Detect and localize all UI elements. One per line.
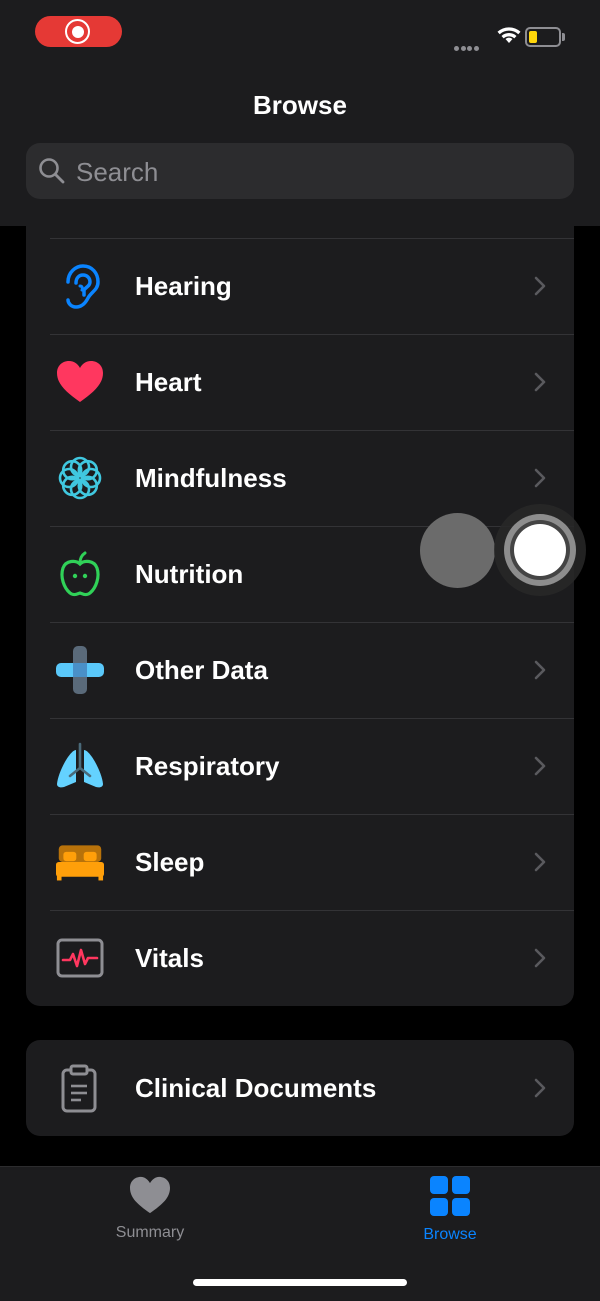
grid-icon bbox=[430, 1176, 470, 1216]
tab-summary-label: Summary bbox=[115, 1224, 185, 1241]
category-label: Sleep bbox=[135, 847, 205, 877]
tab-browse-label: Browse bbox=[423, 1226, 477, 1243]
clipboard-icon bbox=[61, 1064, 97, 1113]
record-dot-icon bbox=[72, 26, 84, 38]
clinical-documents-label: Clinical Documents bbox=[135, 1073, 377, 1103]
chevron-right-icon bbox=[534, 1078, 546, 1098]
category-row-other-data[interactable]: Other Data bbox=[26, 622, 574, 718]
clinical-documents-row[interactable]: Clinical Documents bbox=[26, 1040, 574, 1136]
category-label: Heart bbox=[135, 367, 202, 397]
category-label: Mindfulness bbox=[135, 463, 287, 493]
wifi-icon bbox=[497, 27, 521, 43]
category-row-vitals[interactable]: Vitals bbox=[26, 910, 574, 1006]
category-row-sleep[interactable]: Sleep bbox=[26, 814, 574, 910]
search-input[interactable] bbox=[74, 143, 558, 201]
page-title: Browse bbox=[253, 90, 347, 120]
heart-icon bbox=[130, 1176, 170, 1214]
ear-icon bbox=[66, 264, 100, 309]
categories-list: Hearing Heart Mindfulness Nutrition Othe… bbox=[26, 190, 574, 1006]
navigation-header: Browse bbox=[0, 0, 600, 226]
assistive-touch-button[interactable] bbox=[494, 504, 586, 596]
category-row-respiratory[interactable]: Respiratory bbox=[26, 718, 574, 814]
chevron-right-icon bbox=[534, 276, 546, 296]
chevron-right-icon bbox=[534, 852, 546, 872]
row-separator bbox=[50, 622, 574, 623]
category-row-heart[interactable]: Heart bbox=[26, 334, 574, 430]
search-icon bbox=[39, 158, 65, 184]
row-separator bbox=[50, 526, 574, 527]
chevron-right-icon bbox=[534, 948, 546, 968]
category-label: Other Data bbox=[135, 655, 268, 685]
category-label: Respiratory bbox=[135, 751, 280, 781]
row-separator bbox=[50, 910, 574, 911]
category-label: Vitals bbox=[135, 943, 204, 973]
heart-icon bbox=[57, 361, 103, 402]
chevron-right-icon bbox=[534, 756, 546, 776]
row-separator bbox=[50, 430, 574, 431]
row-separator bbox=[50, 238, 574, 239]
touch-indicator bbox=[420, 513, 495, 588]
screen-recording-indicator[interactable] bbox=[35, 16, 122, 47]
category-label: Hearing bbox=[135, 271, 232, 301]
category-row-hearing[interactable]: Hearing bbox=[26, 238, 574, 334]
plus-cross-icon bbox=[56, 646, 104, 694]
chevron-right-icon bbox=[534, 660, 546, 680]
tab-browse[interactable]: Browse bbox=[370, 1175, 530, 1244]
battery-icon bbox=[525, 27, 565, 47]
chevron-right-icon bbox=[534, 372, 546, 392]
tab-summary[interactable]: Summary bbox=[70, 1175, 230, 1242]
apple-icon bbox=[60, 551, 100, 597]
row-separator bbox=[50, 718, 574, 719]
search-bar[interactable] bbox=[26, 143, 574, 201]
home-indicator[interactable] bbox=[193, 1279, 407, 1286]
row-separator bbox=[50, 334, 574, 335]
row-separator bbox=[50, 814, 574, 815]
category-label: Nutrition bbox=[135, 559, 244, 589]
cellular-dots-icon bbox=[454, 38, 480, 56]
vitals-monitor-icon bbox=[56, 938, 104, 978]
mindfulness-flower-icon bbox=[58, 456, 102, 500]
chevron-right-icon bbox=[534, 468, 546, 488]
bed-icon bbox=[56, 845, 104, 881]
lungs-icon bbox=[57, 742, 103, 788]
category-row-mindfulness[interactable]: Mindfulness bbox=[26, 430, 574, 526]
